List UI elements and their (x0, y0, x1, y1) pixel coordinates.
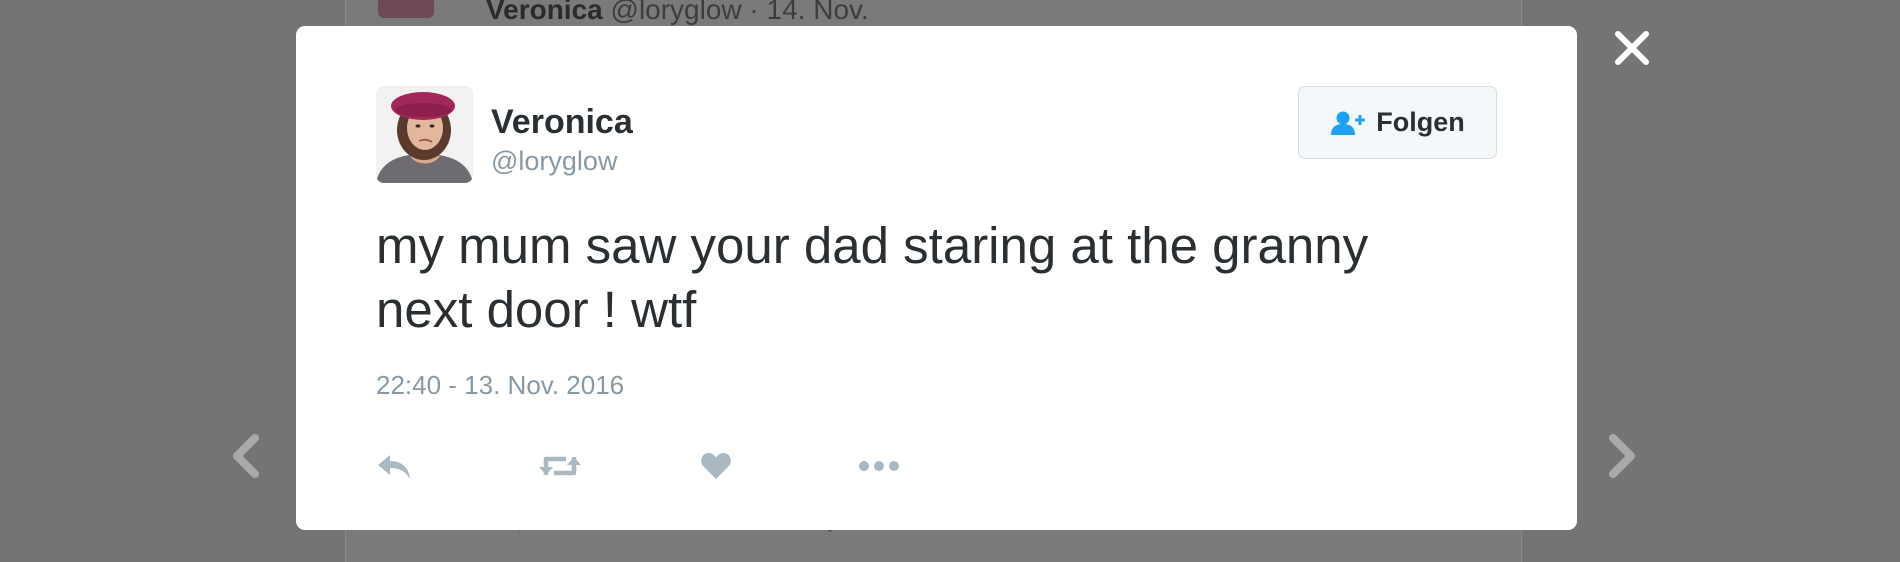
chevron-right-icon (1609, 434, 1635, 478)
background-tweet-meta: @loryglow · 14. Nov. (610, 0, 869, 25)
more-options-button[interactable] (858, 446, 902, 486)
tweet-timestamp[interactable]: 22:40 - 13. Nov. 2016 (376, 370, 624, 401)
close-icon (1615, 31, 1649, 65)
background-tweet-name: Veronica (486, 0, 603, 25)
author-name[interactable]: Veronica (491, 103, 633, 142)
more-icon (859, 461, 899, 471)
background-avatar (378, 0, 434, 18)
like-button[interactable] (700, 446, 734, 486)
close-button[interactable] (1612, 28, 1652, 68)
add-user-icon (1331, 111, 1366, 135)
tweet-modal: Veronica @loryglow Folgen my mum saw you… (296, 26, 1577, 530)
follow-button-label: Folgen (1376, 107, 1465, 137)
retweet-button[interactable] (538, 446, 582, 486)
previous-tweet-button[interactable] (229, 432, 263, 480)
avatar-image (376, 86, 473, 183)
follow-button[interactable]: Folgen (1298, 86, 1497, 159)
heart-icon (701, 453, 731, 479)
background-tweet-header: Veronica @loryglow · 14. Nov. (486, 0, 869, 26)
reply-button[interactable] (376, 446, 416, 486)
chevron-left-icon (233, 434, 259, 478)
next-tweet-button[interactable] (1605, 432, 1639, 480)
retweet-icon (539, 456, 581, 476)
avatar[interactable] (376, 86, 473, 183)
author-handle[interactable]: @loryglow (491, 146, 617, 177)
reply-icon (378, 455, 410, 479)
tweet-text: my mum saw your dad staring at the grann… (376, 217, 1369, 338)
